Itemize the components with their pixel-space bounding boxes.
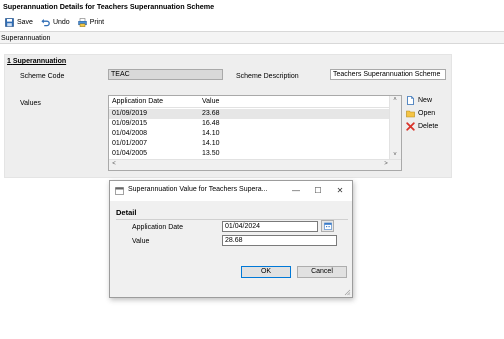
undo-button[interactable]: Undo: [38, 16, 73, 30]
printer-icon: [77, 18, 87, 27]
row-value: 14.10: [202, 140, 220, 147]
row-date: 01/04/2008: [112, 130, 148, 137]
scheme-description-field[interactable]: Teachers Superannuation Scheme: [330, 69, 446, 80]
print-button[interactable]: Print: [75, 16, 107, 30]
vertical-scrollbar[interactable]: ˄ ˅: [389, 96, 401, 161]
values-grid[interactable]: Application Date Value 01/09/2019 23.68 …: [108, 95, 402, 171]
undo-icon: [41, 18, 50, 27]
open-button[interactable]: Open: [406, 108, 435, 119]
row-value: 13.50: [202, 150, 220, 157]
delete-icon: [406, 122, 415, 131]
application-date-field[interactable]: 01/04/2024: [222, 221, 318, 232]
dialog-app-icon: [115, 187, 124, 197]
table-row[interactable]: 01/09/2019 23.68: [109, 109, 391, 119]
row-value: 16.48: [202, 120, 220, 127]
scroll-right-icon[interactable]: >: [381, 160, 391, 169]
scroll-left-icon[interactable]: <: [109, 160, 119, 169]
scheme-code-field: TEAC: [108, 69, 223, 80]
value-label: Value: [132, 238, 150, 245]
minimize-icon[interactable]: —: [290, 185, 302, 197]
section-number: 1: [7, 58, 11, 65]
date-picker-button[interactable]: [321, 220, 334, 232]
new-button[interactable]: New: [406, 95, 432, 106]
ok-button[interactable]: OK: [241, 266, 291, 278]
application-date-label: Application Date: [132, 224, 183, 231]
detail-heading: Detail: [116, 208, 137, 217]
open-label: Open: [418, 110, 436, 117]
section-title: Superannuation: [12, 58, 67, 65]
delete-label: Delete: [418, 123, 439, 130]
row-date: 01/09/2019: [112, 110, 148, 117]
dialog-title: Superannuation Value for Teachers Supera…: [128, 186, 268, 193]
row-date: 01/01/2007: [112, 140, 148, 147]
table-row[interactable]: 01/01/2007 14.10: [109, 139, 391, 149]
grid-header: Application Date Value: [109, 96, 391, 108]
new-document-icon: [406, 96, 415, 105]
horizontal-scrollbar[interactable]: < >: [109, 159, 401, 170]
resize-grip-icon[interactable]: [344, 289, 351, 296]
table-row[interactable]: 01/09/2015 16.48: [109, 119, 391, 129]
scheme-code-label: Scheme Code: [20, 73, 65, 80]
breadcrumb-label: Superannuation: [1, 35, 51, 42]
close-icon[interactable]: ✕: [334, 185, 346, 197]
row-date: 01/04/2005: [112, 150, 148, 157]
save-button[interactable]: Save: [2, 16, 36, 30]
superannuation-value-dialog: Superannuation Value for Teachers Supera…: [109, 180, 353, 298]
scroll-up-icon[interactable]: ˄: [390, 96, 400, 105]
row-date: 01/09/2015: [112, 120, 148, 127]
breadcrumb[interactable]: Superannuation: [0, 31, 504, 44]
scheme-description-label: Scheme Description: [236, 73, 299, 80]
folder-icon: [406, 109, 415, 118]
save-icon: [5, 18, 14, 27]
cancel-button[interactable]: Cancel: [297, 266, 347, 278]
values-label: Values: [20, 100, 41, 107]
superannuation-panel: 1 Superannuation Scheme Code TEAC Scheme…: [4, 54, 452, 178]
table-row[interactable]: 01/04/2005 13.50: [109, 149, 391, 159]
section-heading[interactable]: 1 Superannuation: [7, 58, 66, 65]
table-row[interactable]: 01/04/2008 14.10: [109, 129, 391, 139]
maximize-icon[interactable]: ☐: [312, 185, 324, 197]
undo-label: Undo: [52, 19, 70, 26]
new-label: New: [418, 97, 433, 104]
column-header-application-date[interactable]: Application Date: [112, 97, 163, 107]
print-label: Print: [89, 19, 105, 26]
dialog-titlebar[interactable]: Superannuation Value for Teachers Supera…: [110, 181, 352, 201]
toolbar: Save Undo Print: [0, 14, 504, 31]
column-header-value[interactable]: Value: [202, 97, 219, 107]
calendar-icon: [324, 222, 332, 232]
delete-button[interactable]: Delete: [406, 121, 438, 132]
value-field[interactable]: 28.68: [222, 235, 337, 246]
row-value: 23.68: [202, 110, 220, 117]
save-label: Save: [17, 19, 33, 26]
window-title: Superannuation Details for Teachers Supe…: [3, 2, 215, 11]
row-value: 14.10: [202, 130, 220, 137]
